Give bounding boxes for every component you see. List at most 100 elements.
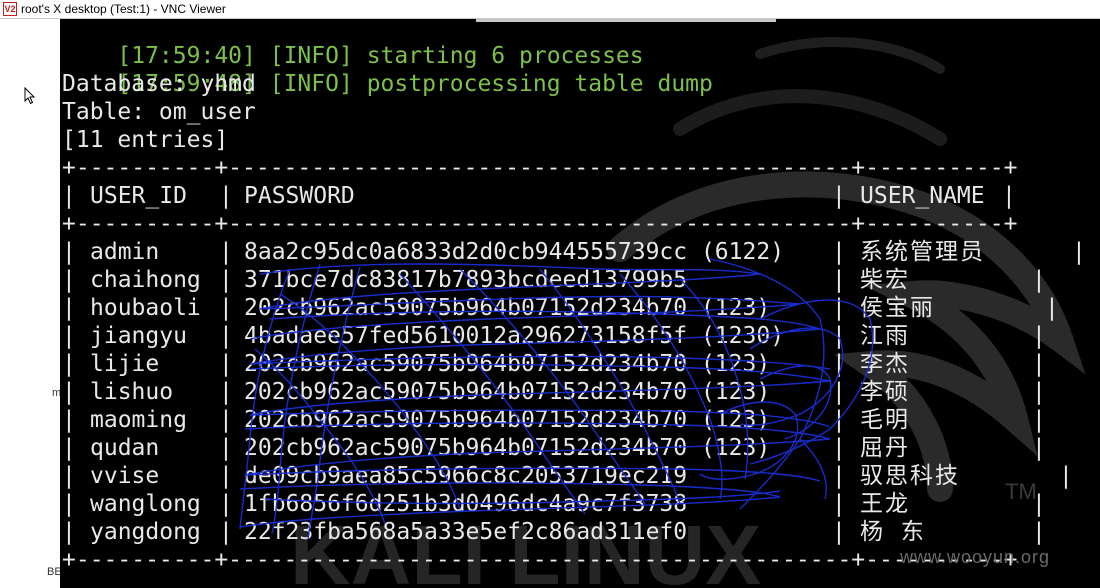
cell-separator: | <box>832 407 846 433</box>
log-message: postprocessing table dump <box>366 71 713 97</box>
cell-separator: | <box>1032 519 1046 545</box>
cell-separator: | <box>1002 183 1016 209</box>
cell-user-id: maoming <box>90 407 187 433</box>
table-row: | houbaoli | 202cb962ac59075b964b07152d234b… <box>62 294 1092 322</box>
entries-count-line: [11 entries] <box>62 127 229 153</box>
mouse-cursor-icon <box>24 87 36 105</box>
cell-separator: | <box>219 379 233 405</box>
cell-user-name: 王龙 <box>860 491 910 517</box>
cell-separator: | <box>62 183 76 209</box>
cell-separator: | <box>832 323 846 349</box>
cell-user-id: chaihong <box>90 267 201 293</box>
table-line: Table: om_user <box>62 99 256 125</box>
cell-password: 8aa2c95dc0a6833d2d0cb944555739cc (6122) <box>244 239 785 265</box>
cell-separator: | <box>219 351 233 377</box>
log-level: [INFO] <box>269 71 353 97</box>
cell-user-name: 驭思科技 <box>860 463 960 489</box>
cell-separator: | <box>219 183 233 209</box>
cell-separator: | <box>1032 407 1046 433</box>
cell-user-name: 李硕 <box>860 379 910 405</box>
cell-password: 22f23fba568a5a33e5ef2c86ad311ef0 <box>244 519 688 545</box>
cell-user-id: vvise <box>90 463 160 489</box>
cell-separator: | <box>62 379 76 405</box>
cell-user-name: 杨 东 <box>860 519 926 545</box>
table-row: | jiangyu | 4badaee57fed5610012a296273158f5… <box>62 322 1092 350</box>
cell-user-name: 侯宝丽 <box>860 295 935 321</box>
table-row: | maoming | 202cb962ac59075b964b07152d234b7… <box>62 406 1092 434</box>
cell-separator: | <box>62 267 76 293</box>
table-row: | lishuo | 202cb962ac59075b964b07152d234b70… <box>62 378 1092 406</box>
table-row: | chaihong | 371bce7dc83817b7893bcdeed13799… <box>62 266 1092 294</box>
cell-separator: | <box>219 239 233 265</box>
cell-separator: | <box>832 491 846 517</box>
cell-user-name: 系统管理员 <box>860 239 985 265</box>
cell-separator: | <box>832 519 846 545</box>
cell-separator: | <box>62 519 76 545</box>
cell-separator: | <box>832 267 846 293</box>
cell-separator: | <box>1045 295 1059 321</box>
cell-separator: | <box>1032 435 1046 461</box>
cell-user-name: 柴宏 <box>860 267 910 293</box>
cell-separator: | <box>62 239 76 265</box>
cell-user-id: yangdong <box>90 519 201 545</box>
cell-separator: | <box>62 407 76 433</box>
cell-separator: | <box>219 435 233 461</box>
cell-user-id: qudan <box>90 435 160 461</box>
cell-password: 371bce7dc83817b7893bcdeed13799b5 <box>244 267 688 293</box>
cell-separator: | <box>832 379 846 405</box>
window-title-bar[interactable]: V2 root's X desktop (Test:1) - VNC Viewe… <box>0 0 1100 19</box>
table-row: | vvise | de09cb9aea85c5966c8c2053719ec219 |… <box>62 462 1092 490</box>
cell-separator: | <box>1032 267 1046 293</box>
cell-password: 202cb962ac59075b964b07152d234b70 (123) <box>244 435 771 461</box>
table-row: | qudan | 202cb962ac59075b964b07152d234b70 … <box>62 434 1092 462</box>
cell-user-id: lishuo <box>90 379 174 405</box>
cell-separator: | <box>832 183 846 209</box>
cell-separator: | <box>1059 463 1073 489</box>
window-title: root's X desktop (Test:1) - VNC Viewer <box>21 2 226 16</box>
table-row: | admin | 8aa2c95dc0a6833d2d0cb944555739cc … <box>62 238 1092 266</box>
cell-user-name: 李杰 <box>860 351 910 377</box>
cell-password: 202cb962ac59075b964b07152d234b70 (123) <box>244 351 771 377</box>
cell-separator: | <box>832 351 846 377</box>
cell-separator: | <box>219 407 233 433</box>
cell-user-id: jiangyu <box>90 323 187 349</box>
cell-password: 1fb6856f6d251b3d0496dc4a9c7f3738 <box>244 491 688 517</box>
cell-user-id: wanglong <box>90 491 201 517</box>
cell-user-id: lijie <box>90 351 160 377</box>
cell-separator: | <box>832 295 846 321</box>
cell-separator: | <box>832 463 846 489</box>
table-header-row: | USER_ID | PASSWORD | USER_NAME | <box>62 182 1092 210</box>
desktop-left-strip: m BE <box>0 19 62 588</box>
cell-password: 202cb962ac59075b964b07152d234b70 (123) <box>244 407 771 433</box>
table-border-top: +----------+----------------------------… <box>62 155 1018 181</box>
cell-separator: | <box>1032 379 1046 405</box>
cell-separator: | <box>62 463 76 489</box>
cell-password: 202cb962ac59075b964b07152d234b70 (123) <box>244 295 771 321</box>
cell-separator: | <box>62 351 76 377</box>
cell-separator: | <box>62 435 76 461</box>
cell-separator: | <box>1032 491 1046 517</box>
database-line: Database: yhmd <box>62 71 256 97</box>
cell-password: 4badaee57fed5610012a296273158f5f (1230) <box>244 323 785 349</box>
cell-separator: | <box>832 239 846 265</box>
cell-separator: | <box>219 323 233 349</box>
cell-user-name: 江雨 <box>860 323 910 349</box>
cell-separator: | <box>1032 323 1046 349</box>
cell-user-name: 屈丹 <box>860 435 910 461</box>
cell-separator: | <box>62 491 76 517</box>
cell-separator: | <box>832 435 846 461</box>
table-border-bottom: +----------+----------------------------… <box>62 547 1018 573</box>
header-user-id: USER_ID <box>90 183 187 209</box>
cell-separator: | <box>219 463 233 489</box>
cell-separator: | <box>62 323 76 349</box>
vnc-app-icon: V2 <box>3 2 17 16</box>
cell-separator: | <box>219 491 233 517</box>
table-border-header: +----------+----------------------------… <box>62 211 1018 237</box>
terminal-window[interactable]: KALI LINUX TM [17:59:40] [INFO] starting… <box>60 19 1100 588</box>
cell-separator: | <box>62 295 76 321</box>
header-user-name: USER_NAME <box>860 183 985 209</box>
header-password: PASSWORD <box>244 183 355 209</box>
table-row: | yangdong | 22f23fba568a5a33e5ef2c86ad311e… <box>62 518 1092 546</box>
cell-password: de09cb9aea85c5966c8c2053719ec219 <box>244 463 688 489</box>
cell-separator: | <box>1072 239 1086 265</box>
